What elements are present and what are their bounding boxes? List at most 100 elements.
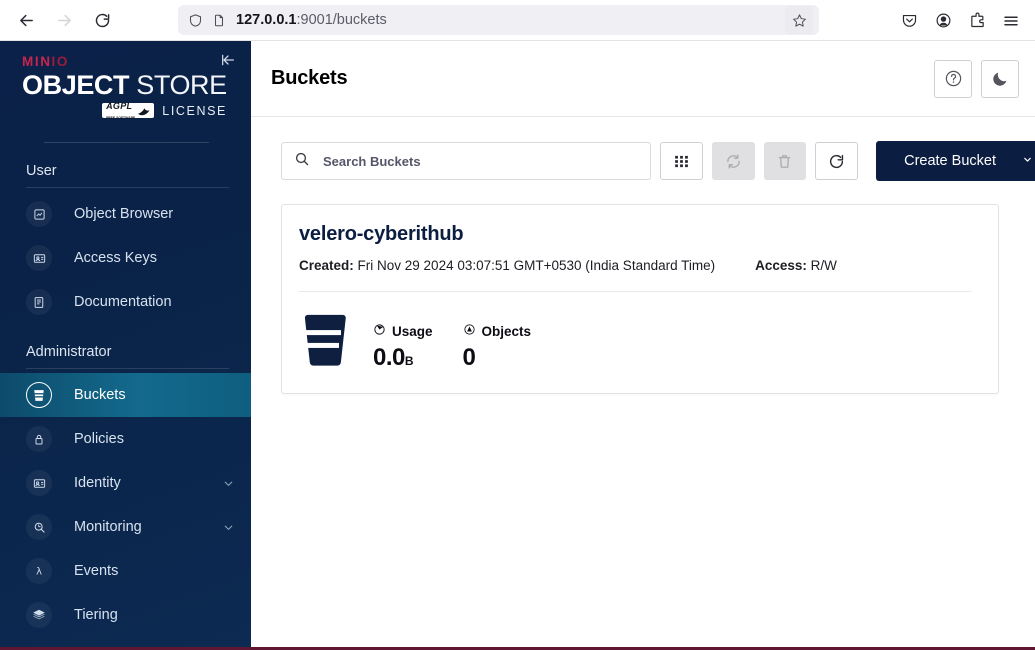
logo-brand: MIN bbox=[22, 54, 52, 69]
monitoring-icon bbox=[26, 514, 52, 541]
back-button[interactable] bbox=[10, 4, 42, 36]
help-circle-icon bbox=[945, 70, 961, 87]
search-buckets-wrapper[interactable] bbox=[281, 142, 651, 180]
sidebar-item-access-keys[interactable]: Access Keys bbox=[0, 236, 251, 280]
app-root: MINIO OBJECT STORE AGPL FREE SOFTWARE LI… bbox=[0, 41, 1035, 650]
create-bucket-button[interactable]: Create Bucket bbox=[876, 141, 1035, 181]
usage-value-wrap: 0.0B bbox=[373, 344, 433, 372]
created-value: Fri Nov 29 2024 03:07:51 GMT+0530 (India… bbox=[357, 258, 716, 273]
bucket-stat-block: Usage 0.0B Objects 0 bbox=[373, 323, 531, 373]
objects-head: Objects bbox=[463, 323, 531, 339]
replication-button[interactable] bbox=[711, 142, 755, 180]
license-row: AGPL FREE SOFTWARE LICENSE bbox=[22, 100, 231, 121]
bookmark-star-icon[interactable] bbox=[785, 6, 813, 34]
page-title: Buckets bbox=[271, 67, 348, 89]
sidebar-item-buckets[interactable]: Buckets bbox=[0, 373, 251, 418]
sidebar-label: Events bbox=[74, 563, 119, 580]
documentation-icon bbox=[26, 289, 52, 316]
sidebar-item-tiering[interactable]: Tiering bbox=[0, 593, 251, 637]
grid-view-button[interactable] bbox=[659, 142, 703, 180]
sidebar-item-monitoring[interactable]: Monitoring bbox=[0, 505, 251, 549]
grid-icon bbox=[674, 155, 688, 167]
sidebar-item-identity[interactable]: Identity bbox=[0, 461, 251, 505]
address-bar[interactable]: 127.0.0.1:9001/buckets bbox=[178, 5, 819, 35]
logo-product-light: STORE bbox=[136, 69, 227, 100]
dark-mode-toggle[interactable] bbox=[981, 59, 1019, 98]
collapse-sidebar-icon[interactable] bbox=[217, 49, 239, 71]
forward-arrow-icon bbox=[57, 14, 71, 26]
sidebar-label: Tiering bbox=[74, 607, 118, 624]
sidebar-label: Policies bbox=[74, 431, 124, 448]
header-actions bbox=[934, 59, 1019, 98]
sidebar-item-policies[interactable]: Policies bbox=[0, 417, 251, 461]
bucket-name: velero-cyberithub bbox=[299, 223, 464, 245]
extensions-icon[interactable] bbox=[961, 5, 993, 37]
tiering-icon bbox=[26, 602, 52, 629]
access-label: Access: bbox=[755, 258, 807, 273]
logo-brand-suffix: IO bbox=[51, 54, 69, 69]
bucket-glyph-large bbox=[303, 314, 346, 366]
forward-button[interactable] bbox=[48, 4, 80, 36]
events-lambda-icon: λ bbox=[26, 558, 52, 585]
nav-section-administrator: Administrator bbox=[26, 344, 112, 361]
bucket-card[interactable]: velero-cyberithub Created: Fri Nov 29 20… bbox=[281, 204, 999, 394]
refresh-icon bbox=[830, 154, 844, 168]
bucket-access: Access: R/W bbox=[755, 258, 837, 273]
browser-nav-buttons bbox=[10, 4, 118, 36]
logo-minio-text: MINIO bbox=[22, 55, 231, 69]
access-value: R/W bbox=[810, 258, 837, 273]
create-bucket-label: Create Bucket bbox=[904, 153, 996, 169]
help-button[interactable] bbox=[934, 59, 972, 98]
content-area: Create Bucket velero-cyberithub Created:… bbox=[251, 117, 1035, 650]
sidebar-label: Identity bbox=[74, 475, 121, 492]
delete-selected-button[interactable] bbox=[763, 142, 807, 180]
identity-icon bbox=[26, 470, 52, 497]
objects-icon bbox=[463, 323, 476, 339]
logo-product-bold: OBJECT bbox=[22, 69, 130, 100]
sidebar-item-object-browser[interactable]: Object Browser bbox=[0, 192, 251, 236]
lambda-glyph: λ bbox=[36, 567, 42, 578]
bucket-created: Created: Fri Nov 29 2024 03:07:51 GMT+05… bbox=[299, 258, 715, 273]
account-icon[interactable] bbox=[927, 5, 959, 37]
moon-icon bbox=[993, 72, 1007, 86]
chevron-down-icon[interactable] bbox=[222, 477, 235, 490]
usage-stat: Usage 0.0B bbox=[373, 323, 433, 372]
sidebar-item-documentation[interactable]: Documentation bbox=[0, 280, 251, 324]
agpl-badge-text: AGPL bbox=[106, 100, 133, 111]
bucket-glyph bbox=[34, 389, 44, 401]
usage-unit: B bbox=[404, 354, 414, 368]
layers-glyph bbox=[33, 609, 45, 620]
search-icon bbox=[294, 151, 310, 172]
sidebar-label: Object Browser bbox=[74, 206, 174, 223]
back-arrow-icon bbox=[19, 14, 33, 26]
agpl-badge-sub: FREE SOFTWARE bbox=[106, 116, 136, 121]
object-browser-icon bbox=[26, 201, 52, 228]
bucket-icon bbox=[26, 382, 52, 409]
menu-icon[interactable] bbox=[995, 5, 1027, 37]
objects-stat: Objects 0 bbox=[463, 323, 532, 372]
pocket-icon[interactable] bbox=[893, 5, 925, 37]
search-input[interactable] bbox=[323, 153, 638, 169]
browser-toolbar-right bbox=[893, 0, 1027, 41]
nav-section-user: User bbox=[26, 163, 57, 180]
chevron-down-icon[interactable] bbox=[222, 521, 235, 534]
chevron-down-icon[interactable] bbox=[1022, 153, 1033, 169]
agpl-badge: AGPL FREE SOFTWARE bbox=[102, 100, 155, 121]
license-word: LICENSE bbox=[162, 103, 227, 118]
main-panel: Buckets Search Buckets Create Bucket vel… bbox=[251, 41, 1035, 650]
nav-divider-user bbox=[26, 187, 229, 189]
wing-glyph bbox=[138, 107, 150, 115]
sidebar-label: Monitoring bbox=[74, 519, 142, 536]
reload-icon bbox=[95, 13, 109, 27]
usage-head: Usage bbox=[373, 323, 433, 339]
sidebar-item-events[interactable]: λ Events bbox=[0, 549, 251, 593]
refresh-button[interactable] bbox=[815, 142, 859, 180]
reload-button[interactable] bbox=[86, 4, 118, 36]
bucket-meta-row: Created: Fri Nov 29 2024 03:07:51 GMT+05… bbox=[299, 258, 972, 292]
pie-chart-icon bbox=[373, 323, 386, 339]
bucket-stats-row: Usage 0.0B Objects 0 bbox=[299, 292, 972, 373]
bucket-large-icon bbox=[299, 312, 347, 373]
url-text: 127.0.0.1:9001/buckets bbox=[236, 12, 785, 28]
page-document-icon bbox=[212, 13, 226, 28]
trash-icon bbox=[779, 154, 791, 168]
